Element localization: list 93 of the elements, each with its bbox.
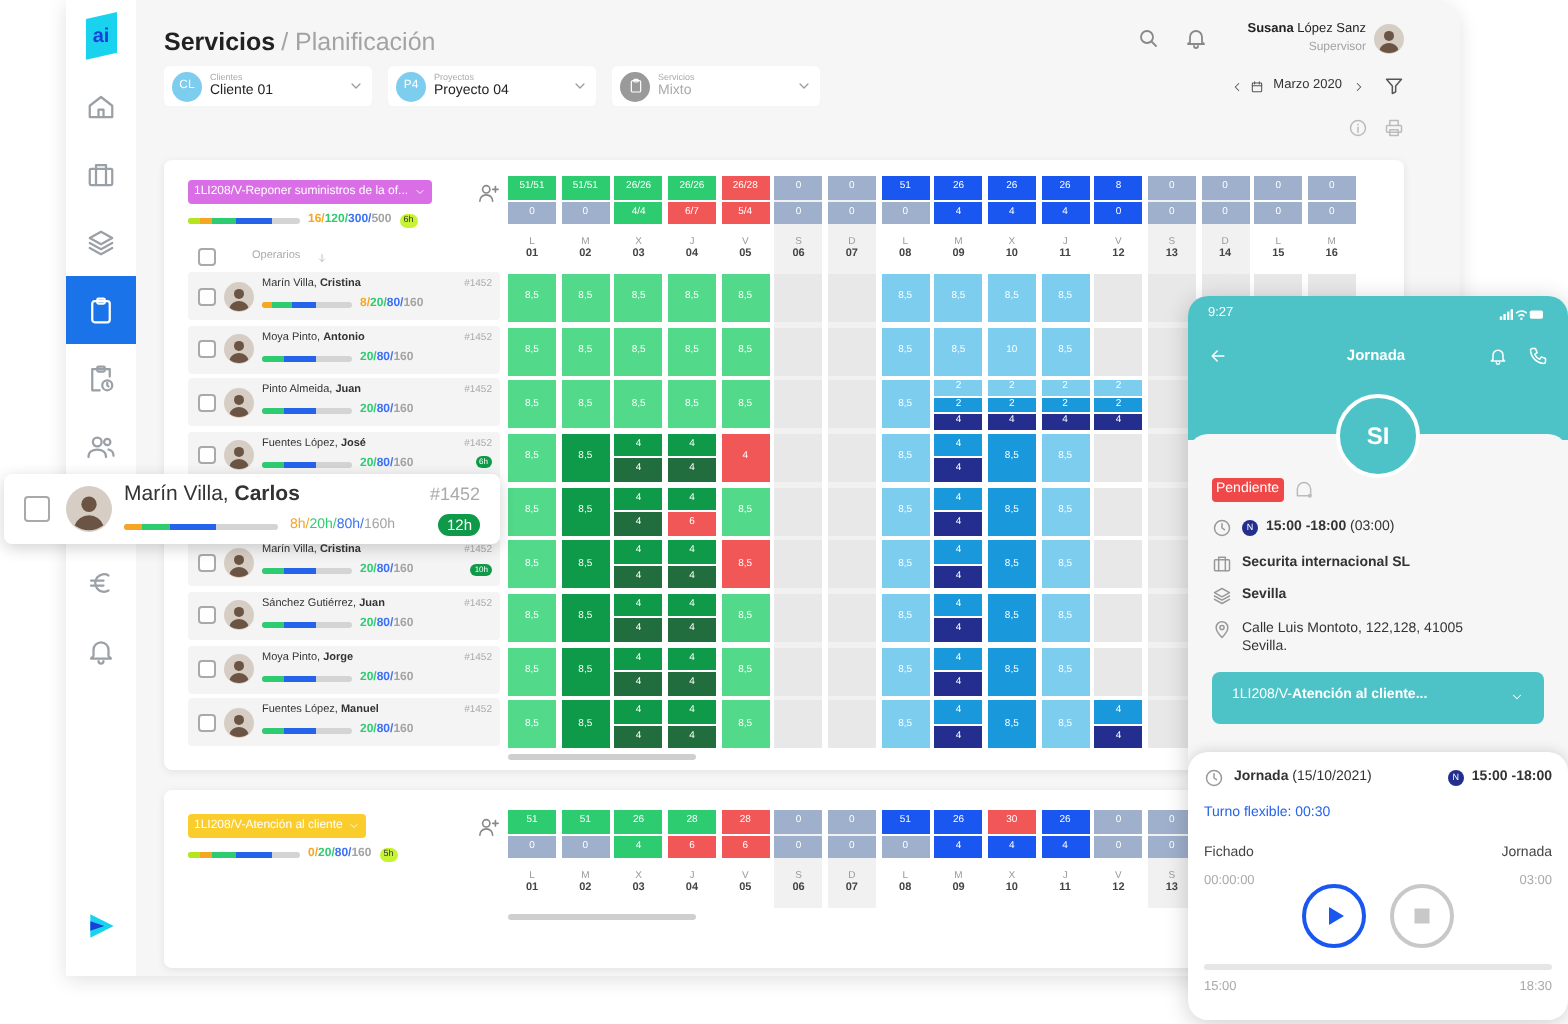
- stop-icon: [1412, 906, 1432, 927]
- checkbox[interactable]: [198, 446, 216, 465]
- avatar-icon: [224, 387, 254, 418]
- checkbox[interactable]: [24, 496, 50, 522]
- checkbox[interactable]: [198, 393, 216, 412]
- info-button[interactable]: [1348, 116, 1368, 140]
- filter-button[interactable]: [1384, 76, 1404, 96]
- euro-icon: [86, 567, 116, 597]
- users-icon: [86, 431, 116, 461]
- checkbox[interactable]: [198, 553, 216, 572]
- stop-button[interactable]: [1390, 884, 1454, 949]
- hours-progress-bar: [262, 728, 352, 735]
- sort-arrow-icon: [316, 251, 329, 263]
- avatar-icon: [224, 334, 254, 365]
- checkbox[interactable]: [198, 606, 216, 625]
- sidebar-item[interactable]: [66, 276, 136, 344]
- chevron-down-icon: [572, 78, 588, 94]
- operator-id: #1452: [429, 482, 480, 509]
- hours-progress-bar: [262, 408, 352, 415]
- bell-icon: [1488, 345, 1508, 366]
- chat-bubble-icon: [1293, 480, 1314, 500]
- info-icon: [1348, 118, 1368, 138]
- chevron-down-icon: [1510, 690, 1524, 705]
- chevron-down-icon: [796, 78, 812, 94]
- hours-progress-bar: [262, 461, 352, 468]
- horizontal-scrollbar[interactable]: [508, 914, 696, 920]
- chevron-down-icon: [348, 78, 364, 94]
- next-month-button[interactable]: [1352, 79, 1366, 93]
- layers-icon: [1212, 586, 1232, 606]
- calendar-icon: [1249, 79, 1264, 93]
- logo-icon: [85, 912, 117, 940]
- layers-icon: [86, 227, 116, 257]
- page-subtitle: / Planificación: [281, 26, 436, 60]
- briefcase-icon: [86, 159, 116, 189]
- play-button[interactable]: [1302, 884, 1366, 949]
- hours-progress-bar: [188, 852, 300, 858]
- checkbox[interactable]: [198, 248, 216, 266]
- add-operator-button[interactable]: [478, 815, 500, 837]
- chevron-down-icon: [414, 186, 427, 198]
- avatar-icon: [224, 440, 254, 471]
- logo: ai: [85, 12, 117, 60]
- hours-progress-bar: [262, 355, 352, 362]
- search-button[interactable]: [1135, 26, 1160, 51]
- checkbox[interactable]: [198, 713, 216, 732]
- clipboard-clock-icon: [86, 363, 116, 393]
- page-title: Servicios: [164, 26, 276, 60]
- avatar-icon: [66, 486, 112, 532]
- bell-icon: [1183, 26, 1208, 51]
- notifications-button[interactable]: [1488, 345, 1508, 366]
- printer-icon: [1384, 118, 1404, 138]
- empty-cell: [1094, 433, 1143, 482]
- hours-progress-bar: [188, 218, 300, 224]
- clipboard-icon: [86, 295, 116, 325]
- operator-name: Marín Villa, Carlos: [124, 480, 302, 511]
- bell-icon: [86, 635, 116, 665]
- briefcase-icon: [1212, 553, 1232, 573]
- avatar-icon: [224, 600, 254, 631]
- clock-icon: [1212, 518, 1232, 538]
- back-button[interactable]: [1208, 345, 1228, 366]
- avatar-icon: [224, 654, 254, 685]
- add-user-icon: [478, 181, 500, 203]
- back-arrow-icon: [1208, 345, 1228, 366]
- status-icons: [1496, 307, 1548, 319]
- play-icon: [1324, 904, 1348, 929]
- filter-icon: [1384, 76, 1404, 96]
- chevron-down-icon: [348, 820, 361, 832]
- checkbox[interactable]: [198, 287, 216, 305]
- notifications-button[interactable]: [1183, 26, 1208, 51]
- home-icon: [86, 91, 116, 121]
- print-button[interactable]: [1384, 116, 1404, 140]
- hours-progress-bar: [262, 621, 352, 628]
- clock-icon: [1204, 767, 1224, 788]
- search-icon: [1135, 26, 1160, 51]
- avatar-icon: [224, 547, 254, 578]
- horizontal-scrollbar[interactable]: [508, 754, 696, 761]
- phone-icon: [1528, 345, 1548, 366]
- hours-progress-bar: [262, 568, 352, 575]
- hours-progress-bar: [262, 301, 352, 308]
- chevron-right-icon: [1352, 79, 1366, 93]
- initials-avatar: SI: [1336, 394, 1420, 478]
- avatar-icon: [224, 281, 254, 311]
- add-operator-button[interactable]: [478, 181, 500, 203]
- chevron-left-icon: [1229, 79, 1244, 93]
- checkbox[interactable]: [198, 660, 216, 679]
- previous-month-button[interactable]: [1229, 79, 1244, 93]
- checkbox[interactable]: [198, 340, 216, 359]
- map-pin-icon: [1212, 619, 1232, 639]
- clipboard-icon: [620, 71, 650, 101]
- avatar-icon: [224, 707, 254, 738]
- add-user-icon: [478, 815, 500, 837]
- avatar-icon: [1374, 23, 1404, 54]
- call-button[interactable]: [1528, 345, 1548, 366]
- hours-progress-bar: [262, 675, 352, 682]
